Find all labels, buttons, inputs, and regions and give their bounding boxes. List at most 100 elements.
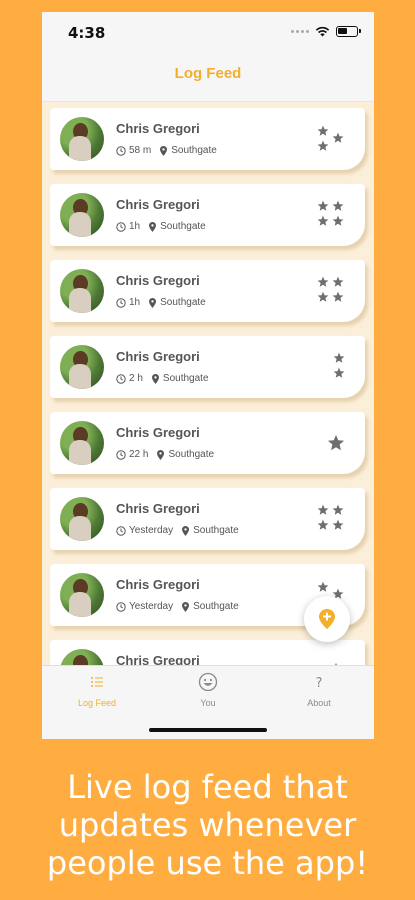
feed-card[interactable]: Chris Gregori 1h Southgate (50, 184, 365, 246)
tab-about-label: About (307, 698, 331, 708)
smiley-face-icon (198, 672, 218, 692)
promo-caption: Live log feed that updates whenever peop… (46, 768, 369, 882)
avatar (60, 117, 104, 161)
location-pin-icon (182, 525, 190, 536)
tab-you-label: You (200, 698, 216, 708)
star-icon (317, 581, 329, 592)
user-name: Chris Gregori (116, 425, 200, 440)
log-meta: 58 m Southgate (116, 145, 217, 156)
map-pin-plus-icon (319, 609, 335, 629)
log-meta: 1h Southgate (116, 221, 206, 232)
user-name: Chris Gregori (116, 349, 200, 364)
log-time: 1h (129, 297, 141, 308)
star-icon (317, 200, 329, 211)
feed-card[interactable]: Chris Gregori 1h Southgate (50, 260, 365, 322)
avatar (60, 649, 104, 665)
location-pin-icon (151, 373, 159, 384)
signal-dots-icon (291, 30, 309, 33)
user-name: Chris Gregori (116, 501, 200, 516)
avatar (60, 573, 104, 617)
tab-log-feed[interactable]: Log Feed (42, 666, 152, 726)
clock-icon (116, 297, 126, 308)
question-mark-icon: ? (316, 676, 323, 691)
clock-icon (116, 373, 126, 384)
user-name: Chris Gregori (116, 577, 200, 592)
star-icon (317, 276, 329, 287)
star-icon (317, 215, 329, 226)
star-icon (317, 125, 329, 136)
list-icon (91, 677, 103, 687)
tab-bar: Log Feed You ? About (42, 665, 374, 739)
navigation-bar: Log Feed (42, 56, 374, 102)
status-bar: 4:38 (42, 12, 374, 56)
log-time: 2 h (129, 373, 143, 384)
user-name: Chris Gregori (116, 197, 200, 212)
add-log-button[interactable] (304, 596, 350, 642)
tab-you[interactable]: You (153, 666, 263, 726)
log-location: Southgate (160, 221, 206, 232)
log-time: 1h (129, 221, 141, 232)
user-name: Chris Gregori (116, 653, 200, 665)
star-rating (327, 412, 345, 474)
clock-icon (116, 221, 126, 232)
location-pin-icon (160, 145, 168, 156)
star-rating (327, 640, 345, 665)
log-location: Southgate (168, 449, 215, 460)
log-meta: 2 h Southgate (116, 373, 209, 384)
star-rating (317, 184, 345, 246)
tab-about[interactable]: ? About (264, 666, 374, 726)
clock-icon (116, 449, 126, 460)
clock-icon (116, 525, 126, 536)
avatar (60, 421, 104, 465)
log-location: Southgate (193, 525, 239, 536)
feed-card[interactable]: Chris Gregori 58 m Southgate (50, 108, 365, 170)
star-rating (317, 108, 345, 170)
star-icon (333, 367, 345, 378)
avatar (60, 497, 104, 541)
battery-icon (336, 26, 361, 37)
star-icon (332, 132, 344, 143)
log-time: Yesterday (129, 601, 174, 612)
star-icon (327, 434, 345, 451)
svg-text:?: ? (316, 676, 323, 691)
star-icon (332, 215, 344, 226)
status-icons (291, 26, 361, 37)
location-pin-icon (149, 221, 157, 232)
tab-log-feed-label: Log Feed (77, 698, 117, 708)
avatar (60, 345, 104, 389)
star-icon (317, 504, 329, 515)
log-location: Southgate (160, 297, 206, 308)
star-icon (317, 519, 329, 530)
log-meta: 1h Southgate (116, 297, 206, 308)
user-name: Chris Gregori (116, 273, 200, 288)
avatar (60, 269, 104, 313)
clock-icon (116, 145, 126, 156)
star-icon (332, 276, 344, 287)
star-icon (333, 352, 345, 363)
home-indicator[interactable] (149, 728, 267, 732)
log-feed-list[interactable]: Chris Gregori 58 m Southgate Chris Gregori 1… (42, 102, 374, 665)
feed-card[interactable]: Chris Gregori (50, 640, 365, 665)
log-location: Southgate (171, 145, 217, 156)
star-icon (332, 519, 344, 530)
avatar (60, 193, 104, 237)
user-name: Chris Gregori (116, 121, 200, 136)
star-rating (317, 488, 345, 550)
log-meta: 22 h Southgate (116, 449, 214, 460)
feed-card[interactable]: Chris Gregori Yesterday Southgate (50, 488, 365, 550)
feed-card[interactable]: Chris Gregori 2 h Southgate (50, 336, 365, 398)
star-icon (332, 200, 344, 211)
clock-icon (116, 601, 126, 612)
status-time: 4:38 (68, 24, 106, 42)
location-pin-icon (157, 449, 165, 460)
log-location: Southgate (193, 601, 239, 612)
wifi-icon (315, 26, 330, 37)
feed-card[interactable]: Chris Gregori 22 h Southgate (50, 412, 365, 474)
log-time: 58 m (129, 145, 152, 156)
star-icon (332, 504, 344, 515)
star-icon (317, 291, 329, 302)
location-pin-icon (182, 601, 190, 612)
location-pin-icon (149, 297, 157, 308)
log-meta: Yesterday Southgate (116, 601, 239, 612)
star-rating (317, 260, 345, 322)
